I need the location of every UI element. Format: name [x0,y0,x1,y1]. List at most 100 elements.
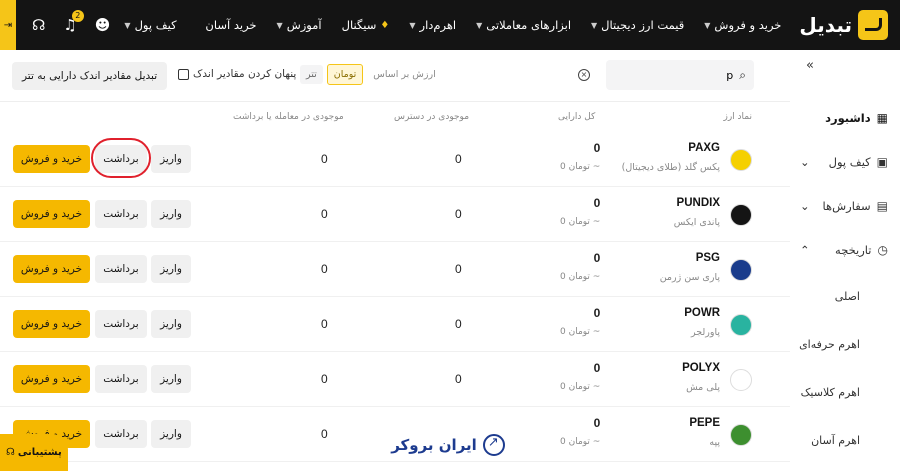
nav-education[interactable]: آموزش ▼ [277,18,322,32]
withdraw-button[interactable]: برداشت [95,255,147,283]
available-balance: 0 [455,152,462,166]
coin-name: پاری سن ژرمن [659,272,720,283]
sidebar-item-orders[interactable]: ▤ سفارش‌ها ⌄ [790,184,900,228]
in-order-balance: 0 [321,152,328,166]
clear-search-icon[interactable]: × [578,69,590,81]
support-button[interactable]: پشتیبانی ☊ [0,434,68,471]
deposit-button[interactable]: واریز [151,145,191,173]
table-row: POWR پاورلجر 0 ~ تومان 0 0 0 واریز برداشت خرید و… [0,297,790,352]
sidebar-subitem-main[interactable]: اصلی [790,272,900,320]
watermark: ایران بروکر [380,429,516,461]
sort-option-tether[interactable]: تتر [300,65,323,84]
withdraw-button[interactable]: برداشت [95,310,147,338]
logo-text: تبدیل [799,13,852,37]
trade-button[interactable]: خرید و فروش [13,365,90,393]
search-box[interactable]: ⌕ × [578,60,754,90]
deposit-button[interactable]: واریز [151,310,191,338]
total-balance: 0 [593,251,601,265]
available-balance: 0 [455,207,462,221]
coin-symbol: PAXG [688,142,720,154]
nav-label: قیمت ارز دیجیتال [601,18,685,32]
total-balance-toman: ~ تومان 0 [560,272,601,282]
nav-label: خرید و فروش [714,18,782,32]
chevron-up-icon: ⌃ [800,243,810,257]
table-row: POLYX پلی مش 0 ~ تومان 0 0 0 واریز برداشت خرید و… [0,352,790,407]
coin-symbol: POLYX [682,362,720,374]
coin-symbol: PEPE [689,417,720,429]
coin-icon-powr [730,314,752,336]
trade-button[interactable]: خرید و فروش [13,310,90,338]
dashboard-icon: ▦ [876,111,888,125]
value-basis-toggle: ارزش بر اساس تومان تتر [300,64,436,85]
deposit-button[interactable]: واریز [151,365,191,393]
collapse-sidebar-icon[interactable]: » [806,58,814,73]
nav-crypto-prices[interactable]: قیمت ارز دیجیتال ▼ [591,18,684,32]
deposit-button[interactable]: واریز [151,255,191,283]
chevron-down-icon: ▼ [276,20,283,30]
coin-icon-paxg [730,149,752,171]
orders-icon: ▤ [876,199,888,213]
bell-icon[interactable]: ♫ 2 [63,10,84,34]
sidebar-subitem-easy-leverage[interactable]: اهرم آسان [790,416,900,464]
deposit-button[interactable]: واریز [151,420,191,448]
search-input[interactable] [633,68,734,82]
sidebar-item-wallet[interactable]: ▣ کیف پول ⌄ [790,140,900,184]
sidebar-item-label: تاریخچه [835,243,872,257]
nav-easy-buy[interactable]: خرید آسان [205,18,256,32]
total-balance: 0 [593,416,601,430]
header-available: موجودی در دسترس [394,112,470,122]
coin-name: پاندی ایکس [673,217,720,228]
nav-buy-sell[interactable]: خرید و فروش ▼ [704,18,781,32]
sidebar-item-history[interactable]: ◷ تاریخچه ⌃ [790,228,900,272]
hide-small-checkbox[interactable] [178,68,189,80]
withdraw-button[interactable]: برداشت [95,200,147,228]
logo[interactable]: تبدیل [799,10,888,40]
trade-button[interactable]: خرید و فروش [13,200,90,228]
nav-label: آموزش [286,18,322,32]
deposit-button[interactable]: واریز [151,200,191,228]
nav-trading-tools[interactable]: ابزارهای معاملاتی ▼ [476,18,571,32]
coin-icon-pepe [730,424,752,446]
withdraw-button[interactable]: برداشت [95,420,147,448]
coin-name: پپه [709,437,720,448]
available-balance: 0 [455,317,462,331]
total-balance-toman: ~ تومان 0 [560,437,601,447]
trade-button[interactable]: خرید و فروش [13,145,90,173]
chevron-down-icon: ▼ [476,20,483,30]
nav-leverage[interactable]: اهرم‌دار ▼ [409,18,456,32]
chevron-down-icon: ▼ [591,20,598,30]
sort-option-toman[interactable]: تومان [326,64,364,85]
wallet-menu[interactable]: ▼ کیف پول [124,18,176,32]
headset-icon[interactable]: ☊ [32,16,45,34]
convert-small-balances-button[interactable]: تبدیل مقادیر اندک دارایی به تتر [12,62,168,90]
table-row: PUNDIX پاندی ایکس 0 ~ تومان 0 0 0 واریز برداشت خ… [0,187,790,242]
wallet-icon: ▣ [876,155,888,169]
header-total: کل دارایی [558,112,596,122]
coin-symbol: PSG [695,252,720,264]
total-balance-toman: ~ تومان 0 [560,162,601,172]
sort-label: ارزش بر اساس [373,69,436,80]
trade-button[interactable]: خرید و فروش [13,255,90,283]
sidebar-item-dashboard[interactable]: ▦ داشبورد [790,96,900,140]
main-panel: ⌕ × ارزش بر اساس تومان تتر پنهان کردن مق… [0,50,790,471]
history-icon: ◷ [877,243,888,257]
sidebar-subitem-classic-leverage[interactable]: اهرم کلاسیک [790,368,900,416]
chevron-down-icon: ⌄ [800,199,810,213]
fire-icon: ♦ [380,19,390,31]
chevron-down-icon: ▼ [124,20,131,30]
user-icon[interactable]: ☻ [95,16,111,34]
hide-small-balances[interactable]: پنهان کردن مقادیر اندک [178,68,296,80]
sidebar-item-label: سفارش‌ها [822,199,871,213]
total-balance: 0 [593,196,601,210]
withdraw-highlight-circle [91,138,151,178]
withdraw-button[interactable]: برداشت [95,365,147,393]
exit-icon[interactable]: ⇥ [0,0,16,50]
top-navbar: تبدیل خرید و فروش ▼ قیمت ارز دیجیتال ▼ ابز… [0,0,900,50]
sidebar-subitem-pro-leverage[interactable]: اهرم حرفه‌ای [790,320,900,368]
sidebar-item-label: داشبورد [825,111,871,125]
coin-name: پاورلجر [691,327,720,338]
coin-icon-pundix [730,204,752,226]
nav-signal[interactable]: ♦ سیگنال [342,18,390,32]
nav-label: ابزارهای معاملاتی [486,18,572,32]
in-order-balance: 0 [321,372,328,386]
